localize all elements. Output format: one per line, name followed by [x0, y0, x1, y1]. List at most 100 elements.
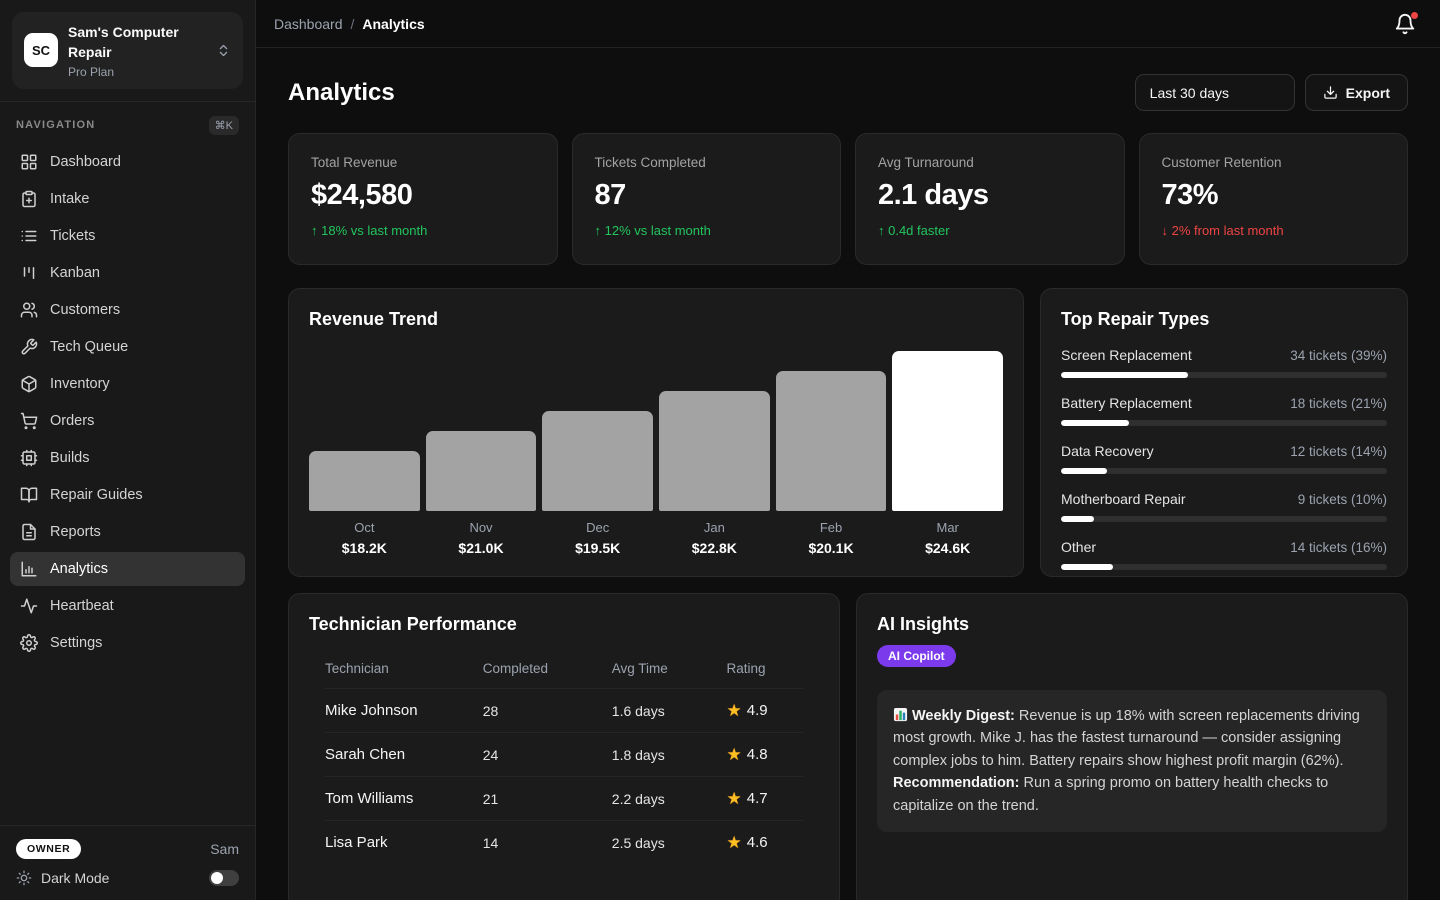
dark-mode-row: Dark Mode	[16, 870, 239, 886]
repair-type-name: Other	[1061, 539, 1096, 555]
sidebar-item-analytics[interactable]: Analytics	[10, 552, 245, 586]
stat-card-avg-turnaround: Avg Turnaround 2.1 days ↑ 0.4d faster	[855, 133, 1125, 265]
layout-grid-icon	[20, 153, 38, 171]
rating-cell: ★4.6	[727, 834, 803, 851]
sidebar-item-label: Kanban	[50, 265, 100, 281]
stat-label: Tickets Completed	[595, 155, 819, 170]
sidebar-nav: Dashboard Intake Tickets Kanban Customer…	[0, 143, 255, 665]
digest-bold-text: Recommendation:	[893, 775, 1020, 791]
revenue-bar-column: Mar$24.6K	[892, 351, 1003, 556]
bar-chart-emoji-icon	[893, 707, 908, 722]
stat-label: Customer Retention	[1162, 155, 1386, 170]
sidebar-item-builds[interactable]: Builds	[10, 441, 245, 475]
main-area: Dashboard / Analytics Analytics Last 30 …	[256, 0, 1440, 900]
revenue-bar-column: Nov$21.0K	[426, 431, 537, 556]
sidebar-item-intake[interactable]: Intake	[10, 182, 245, 216]
completed-cell: 21	[483, 791, 612, 807]
completed-cell: 14	[483, 835, 612, 851]
table-row: Tom Williams212.2 days★4.7	[325, 776, 803, 820]
avg-time-cell: 1.6 days	[612, 703, 727, 719]
avg-time-cell: 1.8 days	[612, 747, 727, 763]
digest-bold-text: Weekly Digest:	[912, 708, 1015, 724]
sidebar-item-reports[interactable]: Reports	[10, 515, 245, 549]
nav-section-label: NAVIGATION	[16, 119, 95, 131]
repair-type-meta: 12 tickets (14%)	[1290, 444, 1387, 459]
repair-type-progress-track	[1061, 372, 1387, 378]
rating-cell: ★4.9	[727, 702, 803, 719]
rating-value: 4.9	[747, 702, 768, 719]
command-k-shortcut: ⌘K	[209, 116, 239, 135]
package-icon	[20, 375, 38, 393]
bar-value-label: $21.0K	[426, 540, 537, 556]
bar-month-label: Oct	[309, 520, 420, 535]
notifications-button[interactable]	[1394, 13, 1416, 35]
gear-icon	[20, 634, 38, 652]
repair-type-item: Screen Replacement34 tickets (39%)	[1061, 347, 1387, 378]
page-header: Analytics Last 30 days Export	[288, 74, 1408, 111]
repair-type-item: Motherboard Repair9 tickets (10%)	[1061, 491, 1387, 522]
revenue-bar-column: Dec$19.5K	[542, 411, 653, 556]
sidebar-item-orders[interactable]: Orders	[10, 404, 245, 438]
repair-type-name: Battery Replacement	[1061, 395, 1192, 411]
stat-card-customer-retention: Customer Retention 73% ↓ 2% from last mo…	[1139, 133, 1409, 265]
technician-name: Sarah Chen	[325, 746, 483, 763]
repair-type-meta: 34 tickets (39%)	[1290, 348, 1387, 363]
bar-value-label: $18.2K	[309, 540, 420, 556]
breadcrumb-current: Analytics	[362, 16, 424, 32]
rating-cell: ★ 4.8	[727, 746, 803, 763]
technician-table: Technician Completed Avg Time Rating Mik…	[309, 651, 819, 864]
export-button[interactable]: Export	[1305, 74, 1408, 111]
workspace-switcher[interactable]: SC Sam's Computer Repair Pro Plan	[12, 12, 243, 89]
repair-type-progress-track	[1061, 420, 1387, 426]
sidebar-item-tech-queue[interactable]: Tech Queue	[10, 330, 245, 364]
shopping-cart-icon	[20, 412, 38, 430]
avg-time-cell: 2.2 days	[612, 791, 727, 807]
cpu-icon	[20, 449, 38, 467]
sidebar-item-inventory[interactable]: Inventory	[10, 367, 245, 401]
stat-delta: ↑ 18% vs last month	[311, 223, 535, 238]
star-icon: ★	[727, 746, 742, 763]
sidebar-item-label: Analytics	[50, 561, 108, 577]
repair-type-meta: 9 tickets (10%)	[1298, 492, 1387, 507]
stat-card-tickets-completed: Tickets Completed 87 ↑ 12% vs last month	[572, 133, 842, 265]
workspace-avatar: SC	[24, 33, 58, 67]
column-header: Avg Time	[612, 661, 727, 676]
bar-month-label: Mar	[892, 520, 1003, 535]
avg-time-cell: 2.5 days	[612, 835, 727, 851]
column-header: Completed	[483, 661, 612, 676]
repair-type-item: Data Recovery12 tickets (14%)	[1061, 443, 1387, 474]
sidebar-item-heartbeat[interactable]: Heartbeat	[10, 589, 245, 623]
rating-value: 4.8	[747, 746, 768, 763]
file-text-icon	[20, 523, 38, 541]
technician-rows: Mike Johnson281.6 days★4.9Sarah Chen241.…	[325, 688, 803, 864]
bar-month-label: Dec	[542, 520, 653, 535]
owner-badge: OWNER	[16, 839, 81, 859]
completed-cell: 24	[483, 747, 612, 763]
topbar: Dashboard / Analytics	[256, 0, 1440, 48]
bar-chart-icon	[20, 560, 38, 578]
sidebar-item-dashboard[interactable]: Dashboard	[10, 145, 245, 179]
sidebar-item-repair-guides[interactable]: Repair Guides	[10, 478, 245, 512]
stat-delta: ↑ 12% vs last month	[595, 223, 819, 238]
repair-type-meta: 18 tickets (21%)	[1290, 396, 1387, 411]
date-range-select[interactable]: Last 30 days	[1135, 74, 1295, 111]
users-icon	[20, 301, 38, 319]
charts-row: Revenue Trend Oct$18.2KNov$21.0KDec$19.5…	[288, 288, 1408, 577]
sidebar-item-customers[interactable]: Customers	[10, 293, 245, 327]
activity-icon	[20, 597, 38, 615]
ai-insights-card: AI Insights AI Copilot Weekly Digest: Re…	[856, 593, 1408, 900]
revenue-bar-column: Feb$20.1K	[776, 371, 887, 556]
dark-mode-toggle[interactable]	[209, 870, 239, 886]
stat-value: 87	[595, 179, 819, 212]
sidebar-item-label: Orders	[50, 413, 94, 429]
stat-value: 2.1 days	[878, 179, 1102, 212]
sidebar-item-label: Customers	[50, 302, 120, 318]
stats-row: Total Revenue $24,580 ↑ 18% vs last mont…	[288, 133, 1408, 265]
sidebar-item-label: Reports	[50, 524, 101, 540]
repair-type-item: Battery Replacement 18 tickets (21%)	[1061, 395, 1387, 426]
breadcrumb-dashboard[interactable]: Dashboard	[274, 16, 343, 32]
sidebar-item-kanban[interactable]: Kanban	[10, 256, 245, 290]
technician-name: Mike Johnson	[325, 702, 483, 719]
sidebar-item-settings[interactable]: Settings	[10, 626, 245, 660]
sidebar-item-tickets[interactable]: Tickets	[10, 219, 245, 253]
